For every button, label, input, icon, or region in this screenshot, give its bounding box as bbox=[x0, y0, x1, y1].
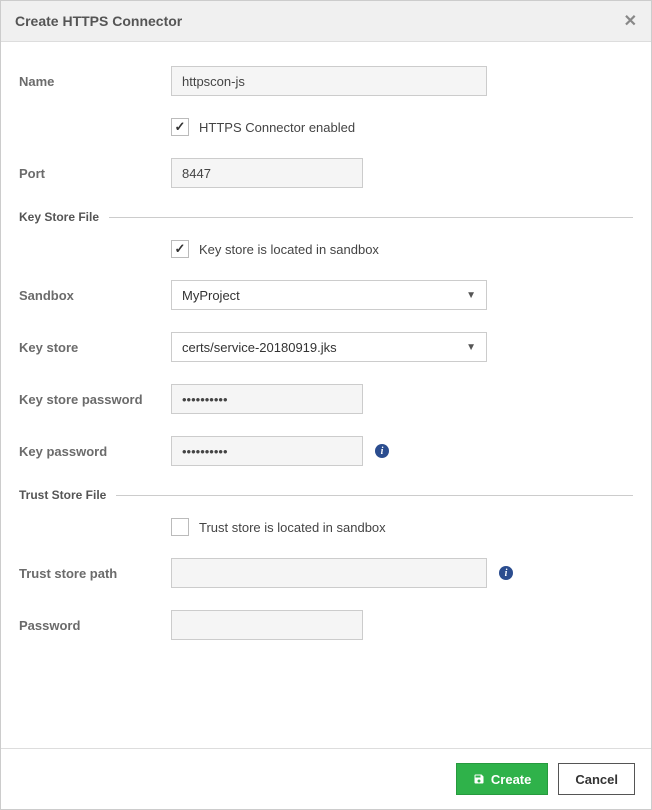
label-truststore-path: Trust store path bbox=[19, 566, 171, 581]
row-truststore-sandbox: Trust store is located in sandbox bbox=[19, 518, 633, 536]
sandbox-dropdown[interactable]: MyProject ▼ bbox=[171, 280, 487, 310]
create-https-connector-dialog: Create HTTPS Connector ✕ Name HTTPS Conn… bbox=[0, 0, 652, 810]
row-port: Port bbox=[19, 158, 633, 188]
port-input[interactable] bbox=[171, 158, 363, 188]
https-enabled-label: HTTPS Connector enabled bbox=[199, 120, 355, 135]
keystore-sandbox-label: Key store is located in sandbox bbox=[199, 242, 379, 257]
save-icon bbox=[473, 773, 485, 785]
dialog-footer: Create Cancel bbox=[1, 748, 651, 809]
label-name: Name bbox=[19, 74, 171, 89]
row-https-enabled: HTTPS Connector enabled bbox=[19, 118, 633, 136]
keystore-sandbox-checkbox[interactable] bbox=[171, 240, 189, 258]
label-key-password: Key password bbox=[19, 444, 171, 459]
label-keystore-password: Key store password bbox=[19, 392, 171, 407]
row-keystore-password: Key store password bbox=[19, 384, 633, 414]
info-icon[interactable]: i bbox=[375, 444, 389, 458]
row-truststore-path: Trust store path i bbox=[19, 558, 633, 588]
row-keystore-sandbox: Key store is located in sandbox bbox=[19, 240, 633, 258]
section-trust-store-file: Trust Store File bbox=[19, 488, 633, 502]
section-key-store-file: Key Store File bbox=[19, 210, 633, 224]
password-input[interactable] bbox=[171, 610, 363, 640]
info-icon[interactable]: i bbox=[499, 566, 513, 580]
dialog-header: Create HTTPS Connector ✕ bbox=[1, 1, 651, 42]
section-key-store-file-label: Key Store File bbox=[19, 210, 109, 224]
divider-line bbox=[109, 217, 633, 218]
key-password-input[interactable] bbox=[171, 436, 363, 466]
divider-line bbox=[116, 495, 633, 496]
chevron-down-icon: ▼ bbox=[466, 342, 476, 353]
row-keystore: Key store certs/service-20180919.jks ▼ bbox=[19, 332, 633, 362]
cancel-button-label: Cancel bbox=[575, 772, 618, 787]
row-name: Name bbox=[19, 66, 633, 96]
chevron-down-icon: ▼ bbox=[466, 290, 476, 301]
create-button[interactable]: Create bbox=[456, 763, 548, 795]
name-input[interactable] bbox=[171, 66, 487, 96]
sandbox-dropdown-value: MyProject bbox=[182, 288, 240, 303]
label-port: Port bbox=[19, 166, 171, 181]
label-keystore: Key store bbox=[19, 340, 171, 355]
row-sandbox: Sandbox MyProject ▼ bbox=[19, 280, 633, 310]
truststore-path-input[interactable] bbox=[171, 558, 487, 588]
https-enabled-checkbox[interactable] bbox=[171, 118, 189, 136]
truststore-sandbox-label: Trust store is located in sandbox bbox=[199, 520, 386, 535]
dialog-body: Name HTTPS Connector enabled Port Key St… bbox=[1, 42, 651, 748]
label-sandbox: Sandbox bbox=[19, 288, 171, 303]
close-icon[interactable]: ✕ bbox=[624, 11, 637, 31]
create-button-label: Create bbox=[491, 772, 531, 787]
truststore-sandbox-checkbox[interactable] bbox=[171, 518, 189, 536]
keystore-dropdown[interactable]: certs/service-20180919.jks ▼ bbox=[171, 332, 487, 362]
label-password: Password bbox=[19, 618, 171, 633]
row-key-password: Key password i bbox=[19, 436, 633, 466]
keystore-password-input[interactable] bbox=[171, 384, 363, 414]
keystore-dropdown-value: certs/service-20180919.jks bbox=[182, 340, 337, 355]
dialog-title: Create HTTPS Connector bbox=[15, 13, 182, 29]
cancel-button[interactable]: Cancel bbox=[558, 763, 635, 795]
section-trust-store-file-label: Trust Store File bbox=[19, 488, 116, 502]
row-password: Password bbox=[19, 610, 633, 640]
